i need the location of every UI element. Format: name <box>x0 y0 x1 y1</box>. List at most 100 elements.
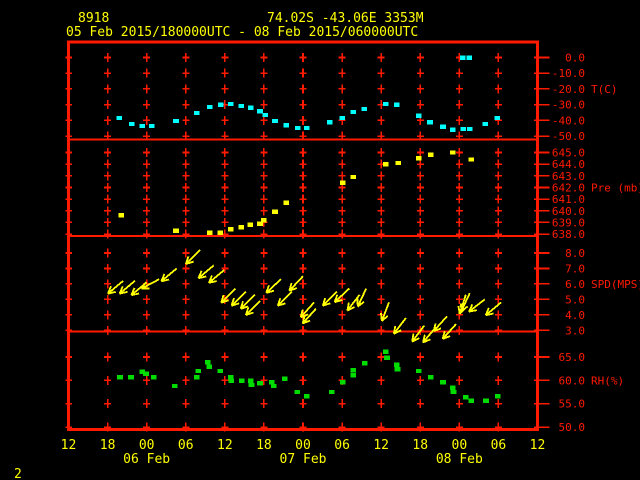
humidity-point <box>294 389 300 395</box>
humidity-point <box>194 374 200 380</box>
temperature-point <box>494 115 500 121</box>
axis-tick-label: -30.0 <box>552 99 585 112</box>
axis-tick-label: -50.0 <box>552 130 585 143</box>
temperature-point <box>149 123 155 129</box>
humidity-point <box>339 380 346 385</box>
temperature-point <box>339 115 345 121</box>
pressure-point <box>217 230 224 236</box>
wind-arrow <box>356 288 368 308</box>
axis-tick-label: 3.0 <box>565 324 585 337</box>
temperature-point <box>218 102 224 108</box>
axis-tick-label: 638.0 <box>552 228 585 241</box>
humidity-point <box>128 374 134 380</box>
x-hour-label: 06 <box>334 438 350 453</box>
temperature-point <box>427 119 433 125</box>
wind-arrow <box>321 290 338 307</box>
axis-tick-label: 55.0 <box>559 398 586 411</box>
humidity-point <box>151 374 157 380</box>
temperature-point <box>394 102 400 108</box>
station-location: 74.02S -43.06E 3353M <box>267 11 424 26</box>
temperature-point <box>194 110 200 116</box>
pressure-point <box>468 157 474 162</box>
wind-arrow <box>276 290 293 307</box>
temperature-point <box>116 115 123 121</box>
pressure-point <box>173 228 179 233</box>
wind-arrow <box>333 287 350 304</box>
humidity-point <box>206 364 212 370</box>
axis-tick-label: 65.0 <box>559 351 586 364</box>
axis-tick-label: 60.0 <box>559 374 586 387</box>
humidity-point <box>117 374 123 380</box>
axis-tick-label: -40.0 <box>552 114 585 127</box>
humidity-point <box>450 385 456 391</box>
temperature-point <box>416 113 422 119</box>
panel-unit-label: T(C) <box>591 83 618 96</box>
humidity-point <box>394 362 400 368</box>
humidity-point <box>228 378 235 384</box>
humidity-point <box>217 368 224 374</box>
wind-arrow <box>380 302 390 322</box>
axis-tick-label: 5.0 <box>565 293 585 306</box>
humidity-point <box>362 360 368 366</box>
humidity-point <box>257 380 263 386</box>
pressure-point <box>339 180 346 185</box>
wind-arrow <box>299 301 315 319</box>
page-number: 2 <box>14 467 22 480</box>
temperature-point <box>257 108 263 114</box>
humidity-point <box>440 380 446 385</box>
humidity-point <box>463 394 469 400</box>
wind-arrow <box>160 267 178 283</box>
x-hour-label: 00 <box>139 438 155 453</box>
pressure-point <box>261 217 267 223</box>
x-hour-label: 18 <box>412 438 428 453</box>
pressure-point <box>272 209 278 215</box>
humidity-point <box>248 382 255 388</box>
panel-unit-label: RH(%) <box>591 374 624 387</box>
temperature-point <box>238 103 244 109</box>
axis-tick-label: 7.0 <box>565 262 585 275</box>
humidity-point <box>304 394 310 399</box>
humidity-point <box>416 368 422 374</box>
pressure-point <box>247 222 254 227</box>
wind-arrow <box>411 325 425 343</box>
wind-arrow <box>230 290 247 307</box>
temperature-point <box>173 118 179 124</box>
wind-arrow <box>208 269 225 284</box>
meteogram-screen: 8918 74.02S -43.06E 3353M 05 Feb 2015/18… <box>0 0 640 480</box>
temperature-point <box>460 126 467 132</box>
humidity-point <box>450 389 457 395</box>
wind-arrow <box>140 278 160 290</box>
temperature-point <box>459 55 466 61</box>
pressure-point <box>416 156 422 161</box>
x-hour-label: 06 <box>178 438 194 453</box>
humidity-point <box>205 359 211 365</box>
temperature-point <box>294 125 301 131</box>
x-hour-label: 18 <box>256 438 272 453</box>
temperature-point <box>128 121 135 127</box>
x-date-label: 08 Feb <box>436 452 483 467</box>
temperature-point <box>326 119 333 125</box>
pressure-point <box>450 150 456 155</box>
axis-tick-label: 50.0 <box>559 421 586 434</box>
axis-tick-label: -20.0 <box>552 83 585 96</box>
temperature-point <box>262 112 269 118</box>
pressure-point <box>283 200 289 205</box>
temperature-point <box>382 101 389 107</box>
temperature-point <box>207 104 213 110</box>
humidity-point <box>328 389 335 395</box>
temperature-point <box>139 123 145 129</box>
humidity-point <box>494 394 501 399</box>
axis-tick-label: 0.0 <box>565 52 585 65</box>
pressure-point <box>427 152 434 158</box>
x-hour-label: 12 <box>217 438 233 453</box>
x-date-label: 06 Feb <box>123 452 170 467</box>
x-hour-label: 12 <box>373 438 389 453</box>
pressure-point <box>395 160 401 166</box>
x-hour-label: 18 <box>100 438 116 453</box>
pressure-point <box>238 224 244 230</box>
wind-arrow <box>432 315 448 333</box>
humidity-point <box>483 398 489 404</box>
grid-ticks <box>65 53 550 432</box>
axis-tick-label: 8.0 <box>565 247 585 260</box>
temperature-point <box>272 118 278 124</box>
